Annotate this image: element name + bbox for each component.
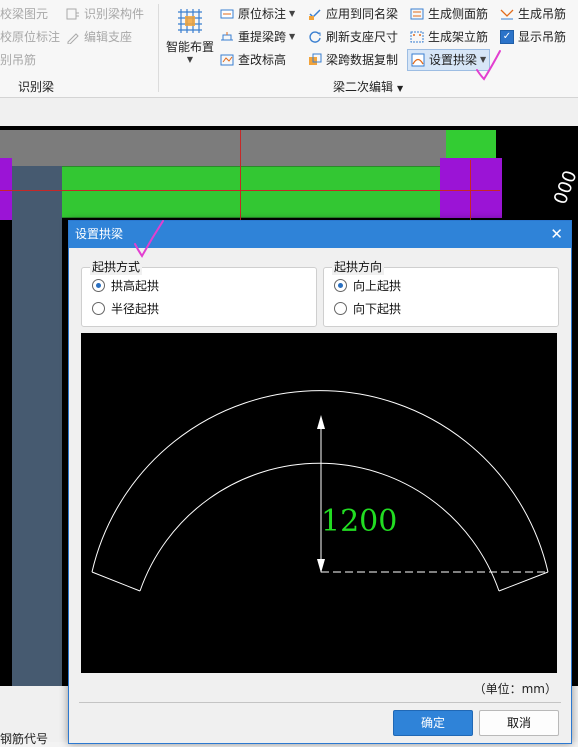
canvas-axis-line (240, 130, 241, 230)
show-hanger-label: 显示吊筋 (518, 30, 567, 44)
refresh-support-size-button[interactable]: 刷新支座尺寸 (308, 27, 398, 47)
annotation-checkmark-icon (134, 220, 164, 258)
elevation-icon (220, 54, 234, 66)
edit-support-button[interactable]: 编辑支座 (66, 27, 132, 47)
canvas-beam[interactable] (62, 166, 440, 218)
close-icon[interactable]: ✕ (550, 221, 563, 248)
dialog-divider (79, 702, 561, 703)
canvas-beam-end (446, 130, 496, 160)
radio-arch-radius[interactable]: 半径起拱 (92, 299, 159, 317)
modify-elevation-button[interactable]: 查改标高 (220, 50, 286, 70)
canvas-wall (12, 166, 62, 686)
canvas-column-right[interactable] (440, 158, 502, 218)
refresh-icon (309, 31, 321, 43)
re-extract-icon (221, 32, 233, 41)
check-beam-element-button[interactable]: 校梁图元 (0, 4, 48, 24)
check-original-annotation-button[interactable]: 校原位标注 (0, 27, 60, 47)
generate-side-rebar-button[interactable]: 生成侧面筋 (410, 4, 488, 24)
edit-support-icon (67, 33, 79, 44)
arch-preview-drawing: 1200 (91, 390, 549, 592)
erection-rebar-icon (410, 31, 424, 43)
arch-direction-group: 起拱方向 向上起拱 向下起拱 (323, 259, 559, 327)
span-data-copy-label: 梁跨数据复制 (326, 53, 399, 67)
refresh-support-size-label: 刷新支座尺寸 (326, 30, 399, 44)
canvas-top-strip (0, 98, 578, 126)
original-annotation-button[interactable]: 原位标注 ▼ (220, 4, 295, 24)
ribbon: 校梁图元 校原位标注 别吊筋 识别梁构件 编辑支座 识别梁 智能布置 ▼ 原位标… (0, 0, 578, 98)
generate-hanger-label: 生成吊筋 (518, 7, 567, 21)
identify-member-icon (66, 8, 79, 20)
copy-icon (309, 53, 322, 65)
identify-hanger-label: 别吊筋 (0, 53, 37, 67)
dialog-title: 设置拱梁 (75, 227, 124, 241)
smart-layout-dropdown-icon: ▼ (186, 55, 194, 64)
unit-label: （单位：mm） (473, 682, 557, 696)
radio-unselected-icon (92, 301, 105, 315)
smart-layout-label: 智能布置 (165, 40, 214, 54)
radio-arch-down[interactable]: 向下起拱 (334, 299, 401, 317)
arch-direction-legend: 起拱方向 (332, 259, 385, 275)
group-label-beam-secondary-edit: 梁二次编辑 ▼ (333, 78, 403, 95)
canvas-gray-band (0, 130, 448, 166)
generate-hanger-button[interactable]: 生成吊筋 (500, 4, 566, 24)
re-extract-span-label: 重提梁跨 (238, 30, 287, 44)
canvas-axis-line (0, 190, 500, 191)
arch-beam-icon (411, 53, 425, 67)
radio-unselected-icon (334, 301, 347, 315)
arch-preview: 1200 (81, 333, 557, 673)
generate-side-rebar-label: 生成侧面筋 (428, 7, 489, 21)
generate-erection-rebar-button[interactable]: 生成架立筋 (410, 27, 488, 47)
chevron-down-icon: ▼ (289, 9, 296, 18)
group-label-identify-beam: 识别梁 (18, 80, 55, 94)
set-arch-beam-dialog: 设置拱梁 ✕ 起拱方式 拱高起拱 半径起拱 起拱方向 向上起拱 向下起拱 120… (68, 220, 572, 744)
radio-selected-icon (334, 278, 347, 292)
re-extract-span-button[interactable]: 重提梁跨 ▼ (220, 27, 295, 47)
radio-arch-up[interactable]: 向上起拱 (334, 276, 401, 294)
radio-arch-radius-label: 半径起拱 (111, 301, 160, 316)
annotation-checkmark-icon (476, 50, 501, 81)
chevron-down-icon: ▼ (397, 84, 404, 93)
generate-erection-rebar-label: 生成架立筋 (428, 30, 489, 44)
apply-same-name-beam-label: 应用到同名梁 (326, 7, 399, 21)
smart-layout-icon (175, 6, 205, 36)
apply-icon (309, 9, 321, 20)
original-annotation-label: 原位标注 (238, 7, 287, 21)
identify-hanger-button[interactable]: 别吊筋 (0, 50, 36, 70)
apply-same-name-beam-button[interactable]: 应用到同名梁 (308, 4, 398, 24)
arch-mode-group: 起拱方式 拱高起拱 半径起拱 (81, 259, 317, 327)
radio-arch-down-label: 向下起拱 (353, 301, 402, 316)
radio-arch-up-label: 向上起拱 (353, 278, 402, 293)
side-rebar-icon (410, 8, 424, 20)
span-data-copy-button[interactable]: 梁跨数据复制 (308, 50, 398, 70)
show-hanger-checkbox[interactable]: ✓ 显示吊筋 (500, 27, 566, 47)
chevron-down-icon: ▼ (289, 32, 296, 41)
checkbox-checked-icon: ✓ (500, 30, 514, 44)
smart-layout-button[interactable]: 智能布置 ▼ (164, 4, 216, 74)
hanger-icon (500, 9, 514, 20)
check-beam-element-label: 校梁图元 (0, 7, 49, 21)
arch-mode-legend: 起拱方式 (90, 259, 143, 275)
ok-button[interactable]: 确定 (393, 710, 473, 736)
radio-arch-height[interactable]: 拱高起拱 (92, 276, 159, 294)
arch-height-value: 1200 (321, 504, 397, 539)
canvas-column-left[interactable] (0, 158, 12, 220)
radio-selected-icon (92, 278, 105, 292)
modify-elevation-label: 查改标高 (238, 53, 287, 67)
identify-beam-member-label: 识别梁构件 (84, 7, 145, 21)
identify-beam-member-button[interactable]: 识别梁构件 (66, 4, 144, 24)
radio-arch-height-label: 拱高起拱 (111, 278, 160, 293)
group-label-beam-secondary-edit-text: 梁二次编辑 (333, 80, 394, 94)
cancel-button[interactable]: 取消 (479, 710, 559, 736)
set-arch-beam-label: 设置拱梁 (429, 53, 478, 67)
annotation-icon (220, 9, 234, 19)
bottom-panel-text: 钢筋代号 (0, 732, 49, 746)
edit-support-label: 编辑支座 (84, 30, 133, 44)
ribbon-separator (158, 4, 159, 92)
check-original-annotation-label: 校原位标注 (0, 30, 61, 44)
